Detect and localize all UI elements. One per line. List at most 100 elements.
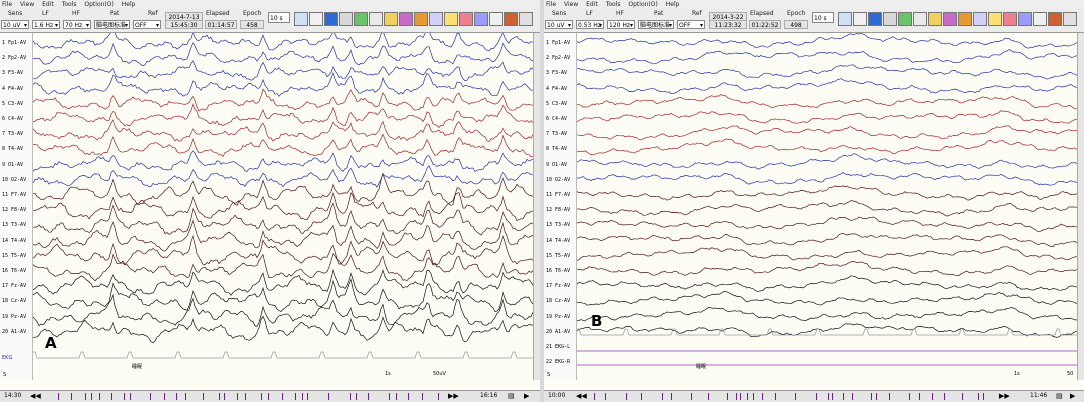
event-marker[interactable]: [831, 393, 833, 400]
event-marker[interactable]: [932, 393, 934, 400]
event-marker[interactable]: [961, 393, 963, 400]
menu-edit[interactable]: Edit: [586, 1, 598, 8]
toolbar-button-icon[interactable]: [958, 12, 972, 26]
chart-icon[interactable]: ▤: [1056, 392, 1063, 400]
lf-select[interactable]: 0.53 Hz: [576, 20, 604, 30]
event-marker[interactable]: [740, 393, 742, 400]
event-marker[interactable]: [129, 393, 131, 400]
event-marker[interactable]: [111, 393, 113, 400]
toolbar-button-icon[interactable]: [1018, 12, 1032, 26]
toolbar-button-icon[interactable]: [1063, 12, 1077, 26]
event-marker[interactable]: [421, 393, 423, 400]
event-marker[interactable]: [218, 393, 220, 400]
event-marker[interactable]: [662, 393, 664, 400]
pat-select[interactable]: 脑电图标准: [94, 20, 130, 30]
event-marker[interactable]: [944, 393, 946, 400]
event-marker[interactable]: [261, 393, 263, 400]
toolbar-button-icon[interactable]: [414, 12, 428, 26]
event-marker[interactable]: [982, 393, 984, 400]
toolbar-button-icon[interactable]: [309, 12, 323, 26]
toolbar-button-icon[interactable]: [913, 12, 927, 26]
pat-select[interactable]: 脑电图标准: [638, 20, 674, 30]
event-marker[interactable]: [224, 393, 226, 400]
menu-help[interactable]: Help: [666, 1, 680, 8]
event-marker[interactable]: [184, 393, 186, 400]
toolbar-button-icon[interactable]: [474, 12, 488, 26]
hf-select[interactable]: 120 Hz: [607, 20, 635, 30]
event-marker[interactable]: [237, 393, 239, 400]
menu-view[interactable]: View: [20, 1, 34, 8]
event-marker[interactable]: [388, 393, 390, 400]
event-marker[interactable]: [727, 393, 729, 400]
event-marker[interactable]: [202, 393, 204, 400]
lf-select[interactable]: 1.6 Hz: [32, 20, 60, 30]
event-marker[interactable]: [70, 393, 72, 400]
vertical-scrollbar[interactable]: [533, 33, 540, 380]
event-marker[interactable]: [736, 393, 738, 400]
event-marker[interactable]: [870, 393, 872, 400]
menu-edit[interactable]: Edit: [42, 1, 54, 8]
event-marker[interactable]: [245, 393, 247, 400]
menu-file[interactable]: File: [2, 1, 12, 8]
event-marker[interactable]: [625, 393, 627, 400]
vertical-scrollbar[interactable]: [1077, 33, 1084, 380]
forward-icon[interactable]: ▶▶: [448, 392, 459, 400]
menu-tools[interactable]: Tools: [606, 1, 621, 8]
toolbar-button-icon[interactable]: [988, 12, 1002, 26]
event-marker[interactable]: [58, 393, 59, 400]
event-marker[interactable]: [91, 393, 92, 400]
menu-view[interactable]: View: [564, 1, 578, 8]
event-marker[interactable]: [396, 393, 398, 400]
event-marker[interactable]: [708, 393, 710, 400]
event-marker[interactable]: [307, 393, 309, 400]
toolbar-button-icon[interactable]: [324, 12, 338, 26]
toolbar-button-icon[interactable]: [294, 12, 308, 26]
ref-select[interactable]: OFF: [133, 20, 161, 30]
toolbar-button-icon[interactable]: [928, 12, 942, 26]
toolbar-button-icon[interactable]: [384, 12, 398, 26]
event-marker[interactable]: [282, 393, 284, 400]
toolbar-button-icon[interactable]: [838, 12, 852, 26]
menu-option[interactable]: Option(O): [84, 1, 113, 8]
forward-icon[interactable]: ▶▶: [999, 392, 1010, 400]
rewind-icon[interactable]: ◀◀: [576, 392, 587, 400]
event-marker[interactable]: [761, 393, 763, 400]
toolbar-button-icon[interactable]: [489, 12, 503, 26]
hf-select[interactable]: 70 Hz: [63, 20, 91, 30]
toolbar-button-icon[interactable]: [519, 12, 533, 26]
sens-select[interactable]: 10 uV: [545, 20, 573, 30]
event-marker[interactable]: [175, 393, 177, 400]
event-marker[interactable]: [842, 393, 844, 400]
toolbar-button-icon[interactable]: [399, 12, 413, 26]
event-marker[interactable]: [775, 393, 776, 400]
event-marker[interactable]: [746, 393, 748, 400]
event-marker[interactable]: [124, 393, 126, 400]
event-marker[interactable]: [84, 393, 86, 400]
menu-file[interactable]: File: [546, 1, 556, 8]
menu-option[interactable]: Option(O): [628, 1, 657, 8]
timebase-select[interactable]: 10 s: [812, 12, 834, 23]
toolbar-button-icon[interactable]: [898, 12, 912, 26]
event-marker[interactable]: [876, 393, 878, 400]
event-marker[interactable]: [302, 393, 304, 400]
event-marker[interactable]: [795, 393, 797, 400]
toolbar-button-icon[interactable]: [1048, 12, 1062, 26]
event-marker[interactable]: [851, 393, 853, 400]
toolbar-button-icon[interactable]: [444, 12, 458, 26]
rewind-icon[interactable]: ◀◀: [30, 392, 41, 400]
event-marker[interactable]: [268, 393, 270, 400]
event-marker[interactable]: [149, 393, 151, 400]
next-page-icon[interactable]: ▶: [524, 392, 529, 400]
event-marker[interactable]: [604, 393, 606, 400]
event-marker[interactable]: [355, 393, 357, 400]
toolbar-button-icon[interactable]: [369, 12, 383, 26]
event-marker[interactable]: [437, 393, 439, 400]
event-marker[interactable]: [815, 393, 817, 400]
event-marker[interactable]: [640, 393, 642, 400]
toolbar-button-icon[interactable]: [354, 12, 368, 26]
ref-select[interactable]: OFF: [677, 20, 705, 30]
event-marker[interactable]: [99, 393, 101, 400]
toolbar-button-icon[interactable]: [943, 12, 957, 26]
event-marker[interactable]: [752, 393, 754, 400]
toolbar-button-icon[interactable]: [1033, 12, 1047, 26]
